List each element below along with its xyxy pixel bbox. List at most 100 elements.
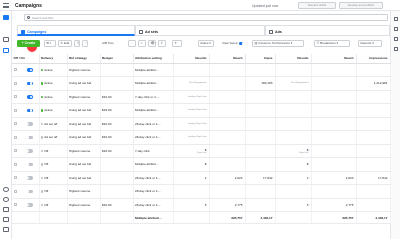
table-row[interactable]: Ad set off Using ad set bid $10.00 28-day c…	[12, 117, 391, 131]
campaign-toggle[interactable]	[26, 149, 33, 153]
ab-test-button[interactable]: A/B Test	[102, 41, 113, 45]
row-checkbox[interactable]	[13, 162, 17, 166]
row-checkbox[interactable]	[13, 189, 17, 193]
search-bar[interactable]: Search and filter	[24, 14, 388, 21]
account-icon[interactable]	[3, 37, 9, 42]
tab-ads[interactable]: Ads	[265, 25, 390, 36]
table-row[interactable]: Active Highest volume $10.00 7-day click or…	[12, 90, 391, 104]
pages-icon[interactable]	[3, 227, 9, 232]
table-row[interactable]: Off Highest volume $10.00 7-day click $ Page …	[12, 144, 391, 158]
column-header[interactable]: Reach	[311, 54, 357, 64]
column-header[interactable]: Bid strategy	[67, 54, 101, 64]
column-header[interactable]: Results	[173, 54, 210, 64]
campaign-toggle[interactable]	[26, 135, 33, 140]
duplicate-button[interactable]: ⧉ ▾	[44, 40, 56, 47]
reach-compare-cell	[311, 90, 357, 104]
campaign-toggle[interactable]	[26, 122, 33, 126]
row-checkbox[interactable]	[13, 149, 17, 153]
reach-cell	[209, 76, 246, 91]
column-header[interactable]: Off / On	[12, 54, 40, 64]
column-header[interactable]: Budget	[100, 54, 134, 64]
row-checkbox[interactable]	[13, 95, 17, 99]
row-checkbox[interactable]	[13, 81, 17, 85]
tab-campaigns[interactable]: Campaigns	[17, 25, 135, 36]
settings-icon[interactable]	[3, 187, 9, 192]
column-header[interactable]: Results	[275, 54, 312, 64]
bid-strategy-cell: Using ad set bid	[67, 171, 101, 185]
empty-cell	[12, 211, 40, 224]
campaign-toggle[interactable]	[26, 189, 33, 194]
column-header[interactable]: Reach	[209, 54, 246, 64]
review-publish-button[interactable]: Review and publish	[339, 2, 383, 9]
table-row[interactable]: Off Using ad set bid 28-day click or 1-...…	[12, 171, 391, 185]
bug-icon[interactable]	[3, 217, 9, 222]
delivery-cell: Off	[39, 144, 68, 158]
row-checkbox[interactable]	[13, 108, 17, 112]
bid-strategy-cell: Using ad set bid	[67, 130, 101, 145]
campaign-toggle[interactable]	[26, 203, 33, 207]
attribution-cell-value: 28-day click or 1-...	[135, 189, 162, 194]
preview-button[interactable]: 👁	[148, 40, 156, 47]
search-icon[interactable]	[3, 207, 9, 212]
table-row[interactable]: Active Using ad set bid Multiple attribut.…	[12, 76, 391, 91]
campaign-toggle[interactable]	[26, 162, 33, 167]
table-row[interactable]: Active Using ad set bid $19.00 Multiple att…	[12, 103, 391, 118]
status-dot-icon	[41, 190, 44, 193]
search-input[interactable]: Search and filter	[32, 16, 54, 20]
campaign-toggle[interactable]	[26, 68, 33, 72]
table-row[interactable]: Off Using ad set bid Multiple attribut... $…	[12, 157, 391, 172]
column-header[interactable]: Impre	[245, 54, 276, 64]
table-row[interactable]: Off Highest volume 28-day click or 1-...	[12, 184, 391, 199]
row-checkbox[interactable]	[13, 122, 17, 126]
row-checkbox[interactable]	[13, 203, 17, 207]
results-compare-cell	[275, 103, 312, 118]
flask-icon[interactable]	[394, 47, 398, 51]
tag-button[interactable]: ⌂	[138, 40, 146, 47]
help-icon[interactable]	[3, 197, 9, 202]
pencil-icon[interactable]	[394, 27, 398, 31]
delivery-cell: Ad set off	[39, 130, 68, 145]
discard-drafts-button[interactable]: Discard drafts	[298, 2, 336, 9]
column-header[interactable]: Delivery	[39, 54, 68, 64]
attribution-cell: 28-day click or 1-...	[133, 184, 174, 199]
wand-button[interactable]: ✦	[172, 40, 182, 47]
create-button[interactable]: + Create	[17, 40, 40, 47]
tab-ad-sets[interactable]: Ad sets	[135, 25, 265, 36]
reach-compare-cell	[311, 76, 357, 91]
clock-icon[interactable]	[394, 37, 398, 41]
results-cell: $ Page Like	[173, 144, 210, 158]
chart-icon[interactable]	[394, 17, 398, 21]
campaign-toggle[interactable]	[26, 95, 33, 99]
row-checkbox[interactable]	[13, 68, 17, 72]
row-checkbox[interactable]	[13, 176, 17, 180]
share-button[interactable]: ⇪	[158, 40, 166, 47]
row-checkbox[interactable]	[13, 135, 17, 139]
campaign-toggle[interactable]	[26, 81, 33, 86]
breakdown-dropdown[interactable]: ☷ Breakdown ▾	[314, 40, 350, 47]
budget-cell-value: $10.00	[102, 135, 112, 140]
reach-compare-cell	[311, 117, 357, 131]
delete-button[interactable]: 🗑	[74, 40, 80, 47]
view-setup-toggle[interactable]	[239, 42, 245, 46]
bid-strategy-cell: Highest volume	[67, 198, 101, 212]
columns-dropdown[interactable]: ▥ Columns: Performance ▾	[252, 40, 304, 47]
total-impressions-compare-cell: 2,436,17	[356, 211, 391, 224]
grid-icon[interactable]	[3, 48, 9, 53]
campaign-toggle[interactable]	[26, 108, 33, 113]
table-row[interactable]: Active Highest volume Multiple attribut...	[12, 63, 391, 77]
column-header[interactable]: Attribution setting	[133, 54, 174, 64]
on-off-cell	[12, 198, 40, 212]
campaign-toggle[interactable]	[26, 176, 33, 180]
menu-icon[interactable]	[3, 3, 9, 8]
table-row[interactable]: Off Highest volume $10.00 28-day click or 1…	[12, 198, 391, 212]
rules-button[interactable]: Rules ▾	[198, 40, 214, 47]
results-compare-cell	[275, 130, 312, 145]
table-row[interactable]: Ad set off Using ad set bid $10.00 28-day c…	[12, 130, 391, 145]
more-button[interactable]: ···	[128, 40, 136, 47]
status-dot-icon	[41, 82, 44, 85]
edit-button[interactable]: ✎ Edit	[58, 40, 72, 47]
reports-dropdown[interactable]: Reports ▾	[358, 40, 382, 47]
undo-button[interactable]: ↶	[82, 40, 88, 47]
delivery-cell: Ad set off	[39, 117, 68, 131]
column-header[interactable]: Impressions	[356, 54, 391, 64]
